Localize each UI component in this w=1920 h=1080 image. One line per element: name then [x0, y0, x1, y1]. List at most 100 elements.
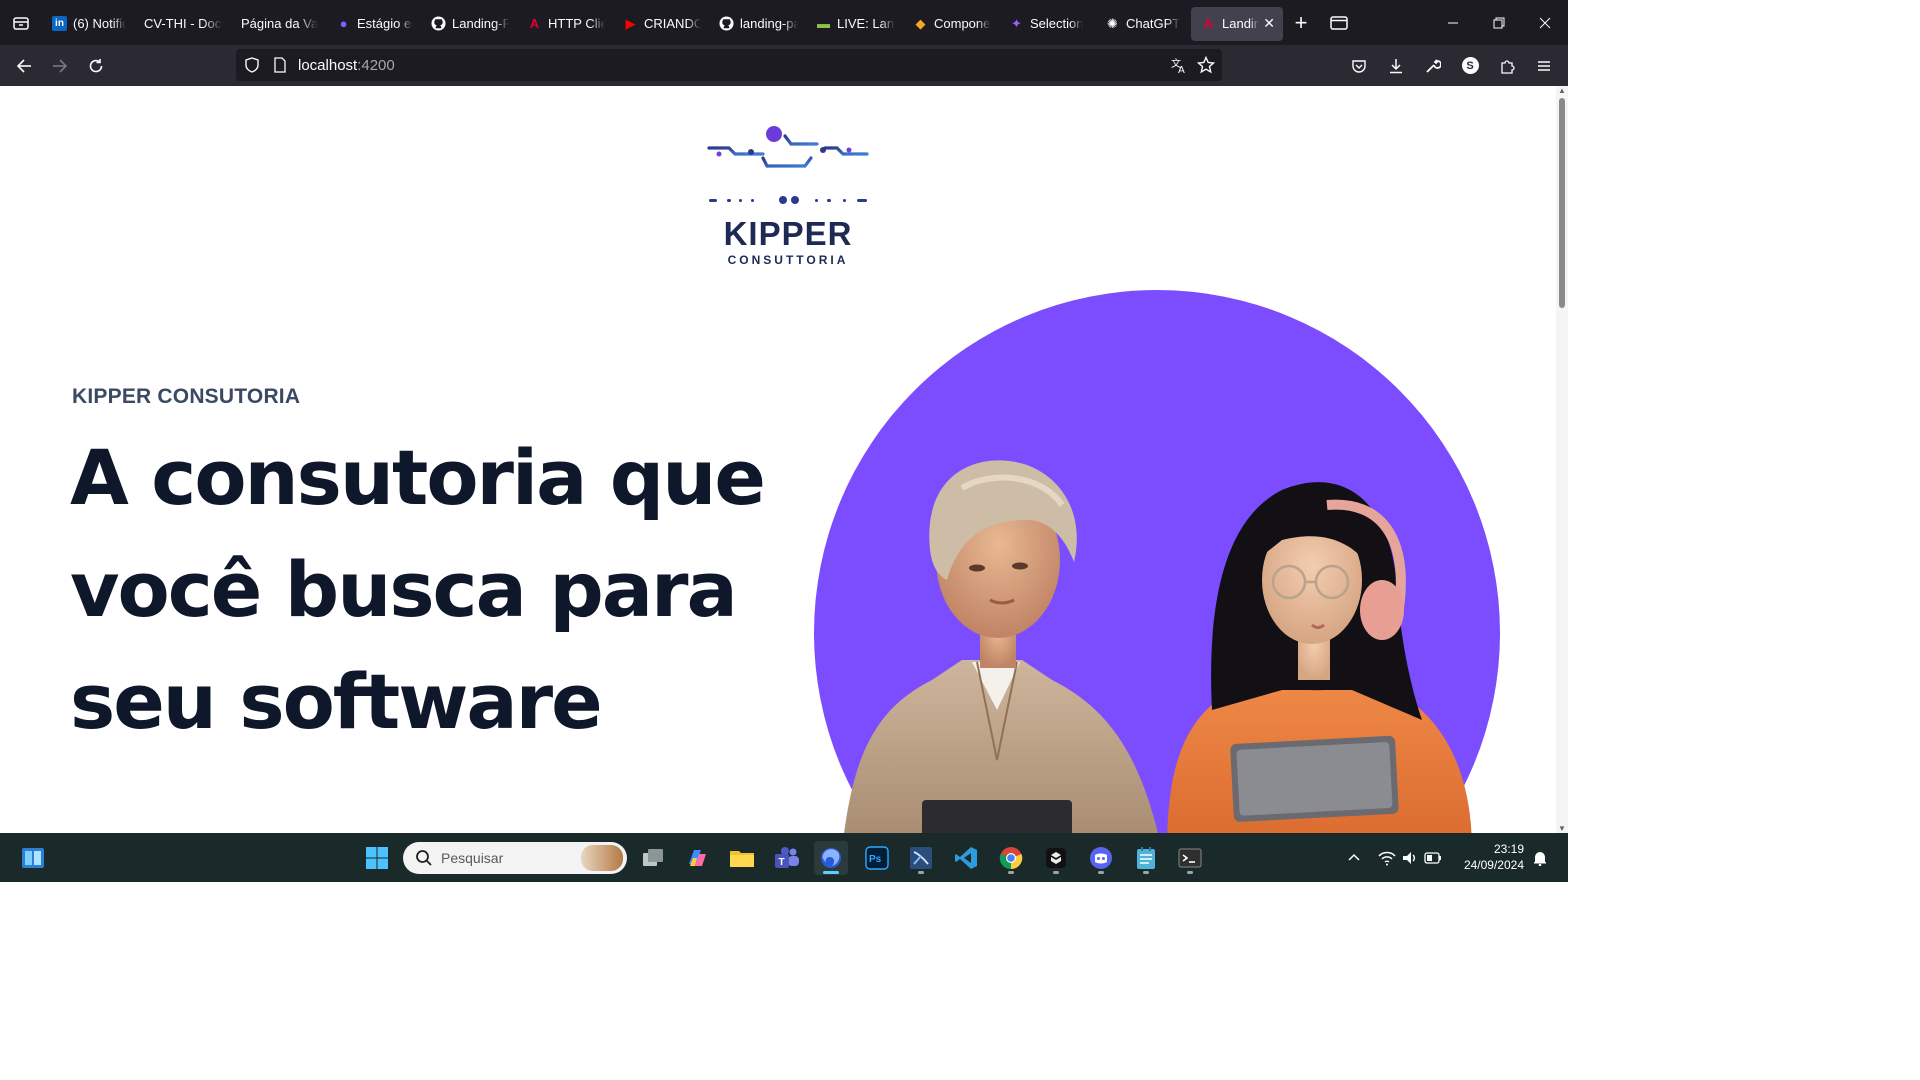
page-scrollbar[interactable]: ▲ ▼: [1556, 86, 1568, 833]
widgets-button[interactable]: [16, 841, 50, 875]
firefox-view-button[interactable]: [1319, 0, 1359, 45]
reload-icon: [89, 58, 103, 72]
close-window-button[interactable]: [1522, 0, 1568, 45]
github-icon: [431, 16, 446, 31]
circle-icon: ●: [339, 16, 348, 31]
photoshop-button[interactable]: Ps: [860, 841, 894, 875]
tab-title: LIVE: Landing: [837, 16, 895, 31]
browser-tab[interactable]: ◆ Components: [903, 7, 999, 41]
tab-title: Landing-Page: [452, 16, 509, 31]
wifi-icon: [1378, 851, 1396, 865]
scroll-down-icon[interactable]: ▼: [1558, 824, 1566, 833]
taskbar-search[interactable]: Pesquisar: [403, 842, 627, 874]
browser-tab[interactable]: Página da Vaga: [231, 7, 326, 41]
pocket-icon: [1352, 59, 1366, 73]
task-view-button[interactable]: [636, 841, 670, 875]
chrome-button[interactable]: [994, 841, 1028, 875]
terminal-button[interactable]: [1173, 841, 1207, 875]
quick-settings-button[interactable]: [1374, 833, 1446, 882]
search-icon: [416, 850, 432, 866]
translate-button[interactable]: 文A: [1170, 56, 1188, 79]
account-button[interactable]: S: [1452, 45, 1488, 86]
show-hidden-icons-button[interactable]: [1342, 833, 1366, 882]
page-icon: [274, 57, 286, 73]
scroll-thumb[interactable]: [1559, 98, 1565, 308]
svg-text:Ps: Ps: [869, 854, 882, 865]
browser-tab[interactable]: ● Estágio em desenvolvimento: [326, 7, 421, 41]
tab-list-icon: [13, 16, 29, 30]
firefox-button[interactable]: [814, 841, 848, 875]
ssms-button[interactable]: [904, 841, 938, 875]
terminal-icon: [1178, 848, 1202, 868]
vscode-icon: [955, 847, 977, 869]
browser-tab[interactable]: A HTTP Client: [517, 7, 613, 41]
new-tab-button[interactable]: +: [1283, 0, 1319, 45]
vscode-button[interactable]: [949, 841, 983, 875]
tab-bar: in (6) Notificações | LinkedIn CV-THI - Do…: [0, 0, 1568, 45]
reload-button[interactable]: [78, 45, 114, 86]
navigation-toolbar: localhost:4200 文A S: [0, 45, 1568, 86]
close-icon: [1539, 17, 1551, 28]
start-button[interactable]: [360, 841, 394, 875]
back-button[interactable]: [6, 45, 42, 86]
tab-list-button[interactable]: [0, 0, 42, 45]
live-icon: ▬: [817, 16, 830, 31]
windows-logo-icon: [366, 847, 388, 869]
notepad-button[interactable]: [1129, 841, 1163, 875]
browser-tab[interactable]: Landing-Page: [421, 7, 517, 41]
pocket-button[interactable]: [1341, 45, 1377, 86]
box-app-button[interactable]: [1039, 841, 1073, 875]
browser-tab[interactable]: ✺ ChatGPT: [1095, 7, 1191, 41]
copilot-button[interactable]: [680, 841, 714, 875]
browser-tab[interactable]: ▶ CRIANDO: [613, 7, 709, 41]
windows-taskbar: Pesquisar T Ps 23:19 24/09/2024: [0, 833, 1568, 882]
logo[interactable]: KIPPER CONSUTTORIA: [705, 122, 871, 270]
browser-tab[interactable]: A Landing✕: [1191, 6, 1283, 41]
volume-icon: [1403, 851, 1415, 864]
browser-tab[interactable]: landing-page: [709, 7, 806, 41]
clock[interactable]: 23:19 24/09/2024: [1464, 841, 1524, 873]
circuit-logo-icon: [707, 124, 869, 204]
wrench-icon: [1426, 58, 1441, 73]
account-avatar-icon: S: [1461, 57, 1479, 74]
teams-icon: T: [775, 847, 799, 868]
running-indicator: [1053, 871, 1059, 874]
battery-icon: [1424, 851, 1441, 864]
browser-tab[interactable]: ▬ LIVE: Landing: [806, 7, 903, 41]
address-bar[interactable]: localhost:4200 文A: [236, 49, 1222, 81]
tab-title: Página da Vaga: [241, 16, 318, 31]
youtube-icon: ▶: [625, 15, 636, 31]
downloads-button[interactable]: [1378, 45, 1414, 86]
browser-tab[interactable]: ✦ Selection: [999, 7, 1095, 41]
box-icon: [1046, 848, 1066, 868]
file-explorer-button[interactable]: [725, 841, 759, 875]
angular-icon: A: [1203, 16, 1214, 31]
scroll-up-icon[interactable]: ▲: [1558, 86, 1566, 95]
menu-button[interactable]: [1526, 45, 1562, 86]
sql-server-icon: [910, 847, 932, 869]
linkedin-icon: in: [52, 16, 67, 31]
minimize-button[interactable]: [1430, 0, 1476, 45]
tab-title: landing-page: [740, 16, 798, 31]
forward-button[interactable]: [42, 45, 78, 86]
hero-eyebrow: KIPPER CONSUTORIA: [72, 385, 301, 408]
browser-tab[interactable]: in (6) Notificações | LinkedIn: [42, 7, 134, 41]
site-info-button[interactable]: [268, 57, 292, 73]
hamburger-icon: [1538, 60, 1550, 71]
devtools-button[interactable]: [1415, 45, 1451, 86]
extensions-button[interactable]: [1489, 45, 1525, 86]
notifications-button[interactable]: [1530, 833, 1550, 882]
url-text[interactable]: localhost:4200: [298, 57, 395, 74]
browser-tab[interactable]: CV-THI - Documentos Google: [134, 7, 231, 41]
tracking-protection-button[interactable]: [236, 57, 268, 73]
close-tab-icon[interactable]: ✕: [1263, 15, 1275, 32]
teams-button[interactable]: T: [770, 841, 804, 875]
download-icon: [1390, 58, 1402, 73]
bookmark-button[interactable]: [1196, 55, 1216, 79]
search-placeholder: Pesquisar: [441, 850, 504, 866]
tab-title: Estágio em desenvolvimento: [357, 16, 413, 31]
tab-title: HTTP Client: [548, 16, 605, 31]
task-view-icon: [643, 849, 663, 866]
discord-button[interactable]: [1084, 841, 1118, 875]
restore-button[interactable]: [1476, 0, 1522, 45]
